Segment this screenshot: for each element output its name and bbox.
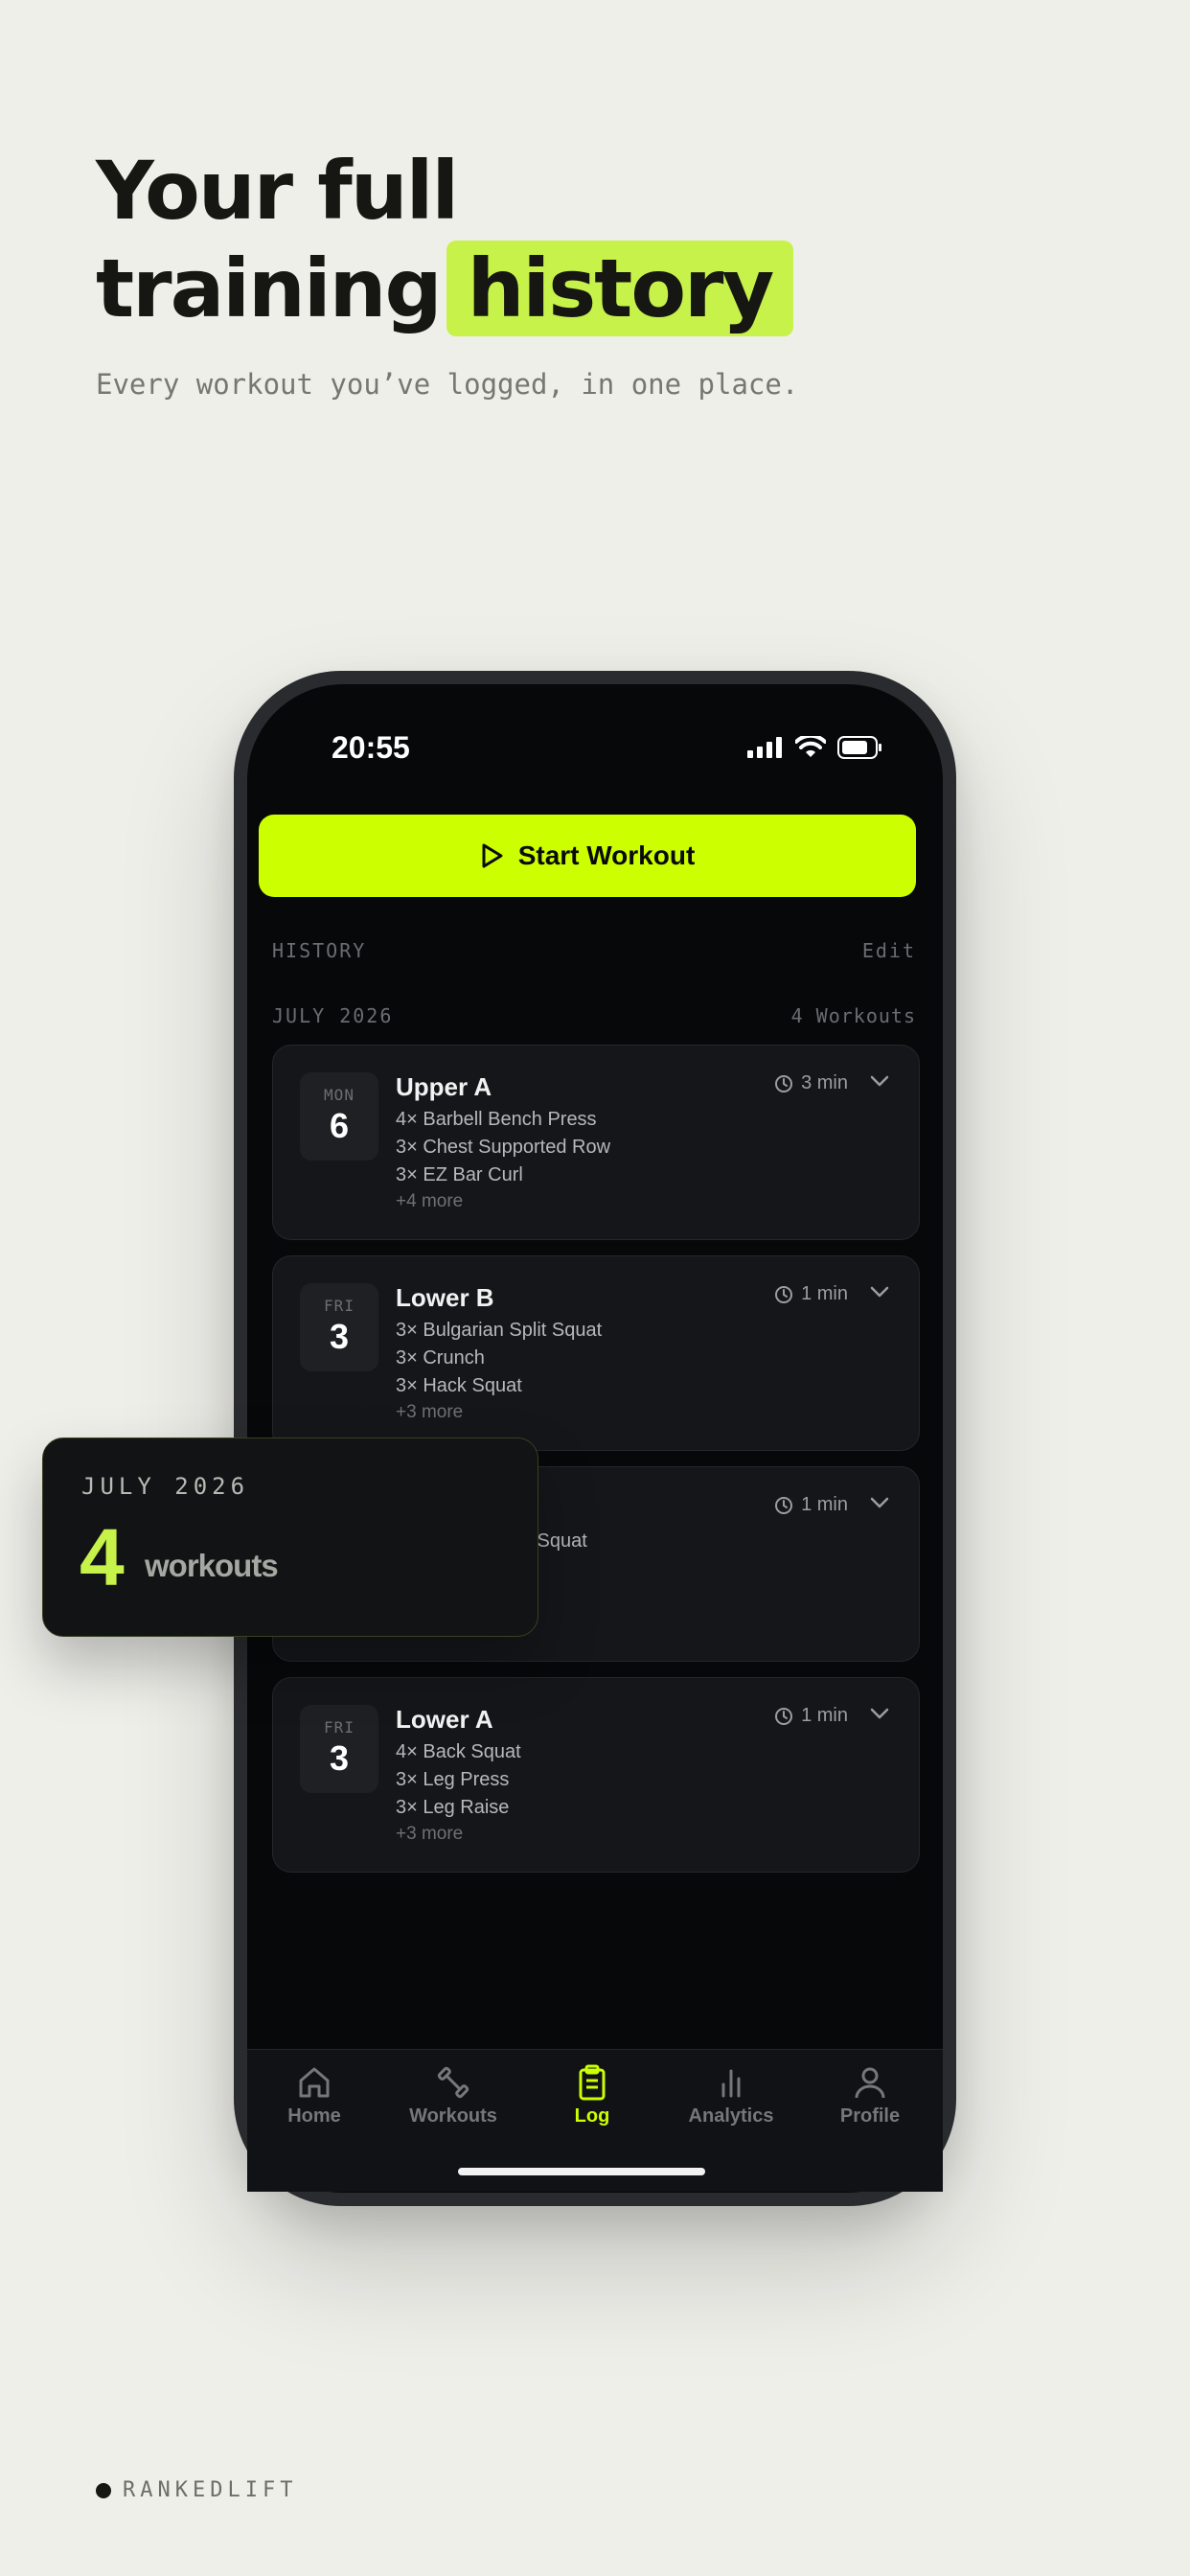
exercise-line: 3× Bulgarian Split Squat xyxy=(396,1320,603,1341)
play-icon xyxy=(482,843,503,868)
duration-text: 3 min xyxy=(801,1072,848,1093)
day-of-week: FRI xyxy=(324,1718,355,1736)
history-count: 4 Workouts xyxy=(790,1004,916,1027)
status-time: 20:55 xyxy=(332,730,410,765)
brand-name: RANKEDLIFT xyxy=(123,2478,298,2502)
hero-subtitle: Every workout you’ve logged, in one plac… xyxy=(96,368,799,401)
status-bar: 20:55 xyxy=(247,684,943,799)
clock-icon xyxy=(775,1074,793,1092)
day-number: 6 xyxy=(329,1106,350,1145)
summary-count: 4 xyxy=(80,1512,125,1602)
exercise-line: 3× Crunch xyxy=(396,1347,485,1368)
exercise-line: 4× Barbell Bench Press xyxy=(396,1109,597,1130)
start-workout-label: Start Workout xyxy=(517,840,696,870)
duration-text: 1 min xyxy=(801,1705,848,1726)
brand-footer: RANKEDLIFT xyxy=(96,2478,297,2502)
workout-card[interactable]: FRI 3 Lower A 4× Back Squat 3× Leg Press… xyxy=(272,1677,920,1873)
tab-home[interactable]: Home xyxy=(247,2063,381,2128)
clock-icon xyxy=(775,1285,793,1303)
bar-chart-icon xyxy=(721,2069,741,2098)
status-icons xyxy=(747,736,883,759)
duration: 1 min xyxy=(774,1283,848,1305)
signal-icon xyxy=(747,737,782,758)
day-number: 3 xyxy=(329,1738,350,1778)
tab-analytics[interactable]: Analytics xyxy=(664,2063,798,2128)
duration-text: 1 min xyxy=(801,1283,848,1304)
home-icon xyxy=(299,2067,330,2098)
history-heading: HISTORY xyxy=(272,939,367,962)
day-number: 3 xyxy=(329,1317,350,1356)
date-badge: FRI 3 xyxy=(300,1705,378,1793)
clock-icon xyxy=(775,1707,793,1725)
tab-workouts-label: Workouts xyxy=(409,2105,497,2127)
duration: 1 min xyxy=(774,1705,848,1727)
home-indicator[interactable] xyxy=(458,2168,705,2175)
day-of-week: MON xyxy=(324,1086,355,1104)
tab-analytics-label: Analytics xyxy=(688,2105,774,2127)
chevron-down-icon[interactable] xyxy=(869,1285,890,1299)
workout-title: Lower A xyxy=(396,1705,493,1734)
date-badge: FRI 3 xyxy=(300,1283,378,1371)
tab-home-label: Home xyxy=(287,2105,341,2127)
exercise-line: 3× Hack Squat xyxy=(396,1375,522,1396)
chevron-down-icon[interactable] xyxy=(869,1496,890,1509)
history-edit-button[interactable]: Edit xyxy=(862,939,916,962)
wifi-icon xyxy=(795,736,826,757)
brand-dot-icon xyxy=(96,2482,111,2498)
chevron-down-icon[interactable] xyxy=(869,1074,890,1088)
exercise-line: 3× Chest Supported Row xyxy=(396,1137,611,1158)
tab-log[interactable]: Log xyxy=(525,2063,659,2128)
hero-line-2-text: training xyxy=(96,242,443,335)
tab-profile-label: Profile xyxy=(839,2105,901,2127)
clipboard-icon xyxy=(579,2064,606,2101)
hero-headline: Your full training history xyxy=(96,142,794,337)
more-exercises: +4 more xyxy=(396,1191,464,1211)
dumbbell-icon xyxy=(437,2066,469,2099)
tab-workouts[interactable]: Workouts xyxy=(386,2063,520,2128)
tab-profile[interactable]: Profile xyxy=(803,2063,937,2128)
workout-card[interactable]: MON 6 Upper A 4× Barbell Bench Press 3× … xyxy=(272,1045,920,1240)
clock-icon xyxy=(775,1496,793,1514)
duration: 3 min xyxy=(774,1072,848,1094)
hero-line-2: training history xyxy=(96,240,794,337)
workout-title: Lower B xyxy=(396,1283,494,1312)
exercise-line: 3× Leg Press xyxy=(396,1769,510,1790)
user-icon xyxy=(855,2067,885,2099)
history-month: JULY 2026 xyxy=(272,1004,394,1027)
exercise-line: 4× Back Squat xyxy=(396,1741,521,1762)
monthly-summary-card: JULY 2026 4 workouts xyxy=(42,1438,538,1637)
chevron-down-icon[interactable] xyxy=(869,1707,890,1720)
hero-line-1: Your full xyxy=(96,144,459,238)
workout-card[interactable]: FRI 3 Lower B 3× Bulgarian Split Squat 3… xyxy=(272,1255,920,1451)
summary-month: JULY 2026 xyxy=(81,1473,250,1500)
day-of-week: FRI xyxy=(324,1297,355,1315)
battery-icon xyxy=(837,736,881,759)
date-badge: MON 6 xyxy=(300,1072,378,1161)
summary-label: workouts xyxy=(145,1548,279,1583)
tab-log-label: Log xyxy=(574,2105,610,2127)
more-exercises: +3 more xyxy=(396,1402,464,1422)
hero-highlight: history xyxy=(446,241,794,336)
start-workout-button[interactable]: Start Workout xyxy=(259,815,916,897)
duration: 1 min xyxy=(774,1494,848,1516)
workout-title: Upper A xyxy=(396,1072,492,1101)
more-exercises: +3 more xyxy=(396,1824,464,1844)
exercise-line: 3× EZ Bar Curl xyxy=(396,1164,523,1185)
duration-text: 1 min xyxy=(801,1494,848,1515)
exercise-line: 3× Leg Raise xyxy=(396,1797,510,1818)
